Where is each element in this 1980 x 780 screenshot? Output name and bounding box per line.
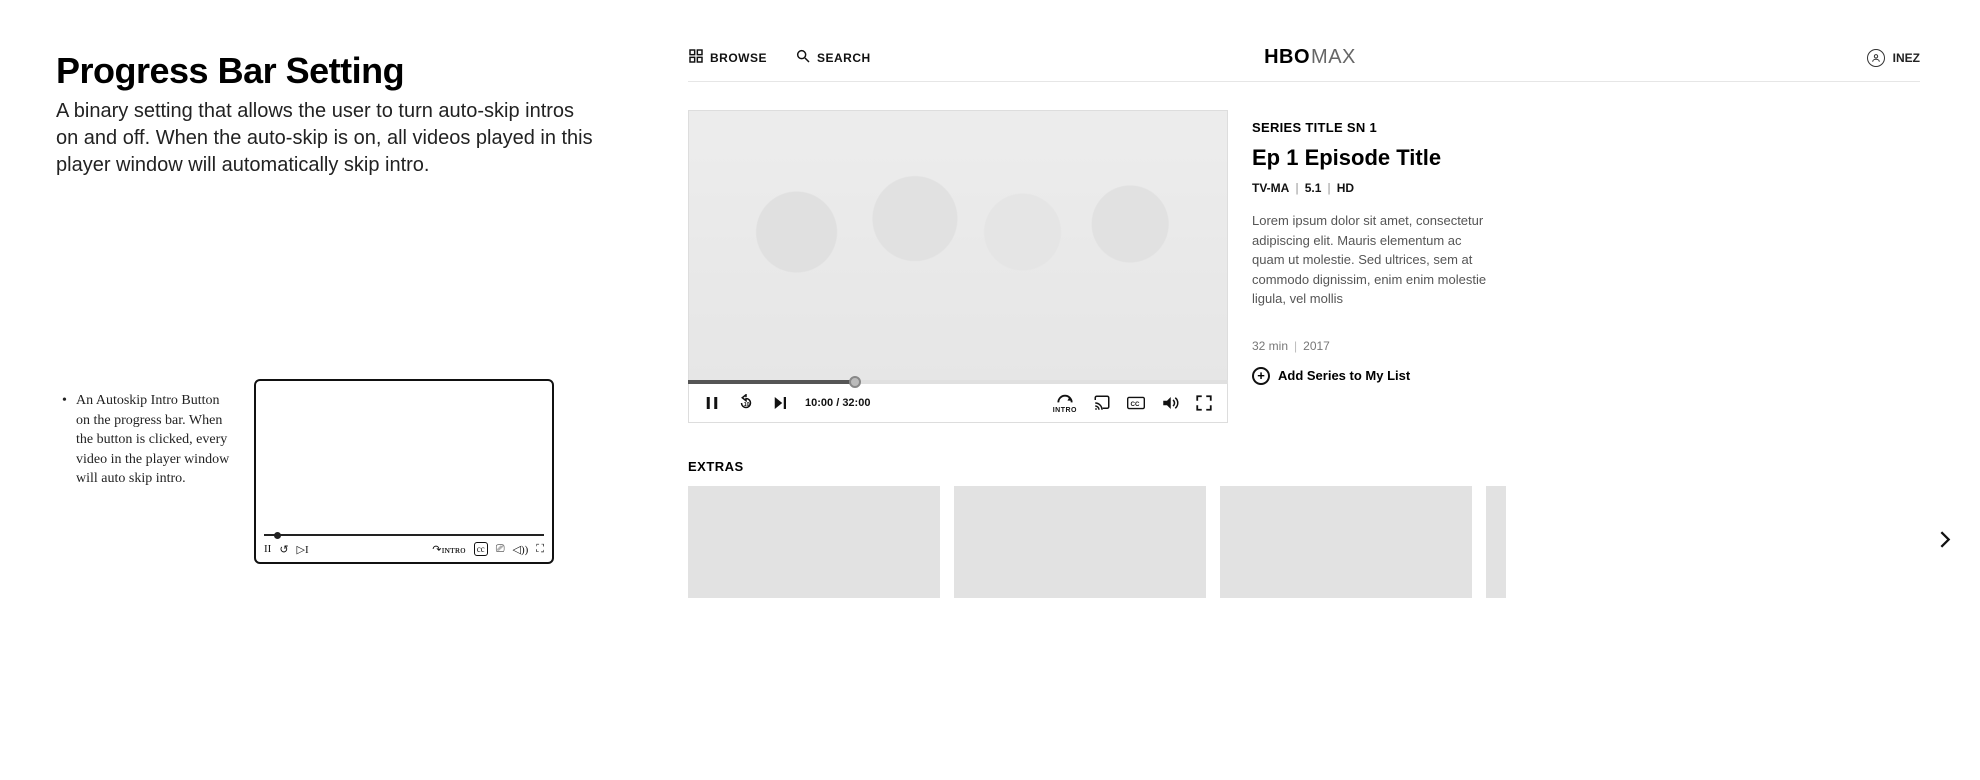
extra-card[interactable] — [1486, 486, 1506, 598]
grid-icon — [688, 48, 704, 67]
search-icon — [795, 48, 811, 67]
volume-button[interactable] — [1161, 394, 1179, 412]
avatar-icon — [1867, 49, 1885, 67]
extras-row — [688, 486, 1920, 598]
time-display: 10:00 / 32:00 — [805, 397, 870, 409]
app-panel: BROWSE SEARCH INEZ HBO MAX — [640, 0, 1980, 780]
logo-bold: HBO — [1264, 46, 1310, 69]
pause-button[interactable] — [703, 394, 721, 412]
rewind-10-button[interactable]: 10 — [737, 394, 755, 412]
sketch-cast-icon: ⎚ — [496, 543, 505, 556]
extra-card[interactable] — [688, 486, 940, 598]
episode-metadata: SERIES TITLE SN 1 Ep 1 Episode Title TV-… — [1252, 110, 1920, 385]
sketch-next-icon: ▷I — [297, 543, 309, 556]
logo-light: MAX — [1311, 46, 1356, 69]
search-button[interactable]: SEARCH — [795, 48, 871, 67]
next-episode-button[interactable] — [771, 394, 789, 412]
video-frame[interactable] — [688, 110, 1228, 380]
spec-panel: Progress Bar Setting A binary setting th… — [0, 0, 640, 780]
profile-name: INEZ — [1893, 51, 1920, 65]
duration-year: 32 min|2017 — [1252, 339, 1920, 353]
time-total: 32:00 — [842, 397, 870, 409]
cc-button[interactable]: CC — [1127, 394, 1145, 412]
brand-logo: HBO MAX — [1264, 46, 1356, 69]
scrub-fill — [688, 380, 855, 384]
sketch-controls: II ↺ ▷I ↷ɪɴᴛʀᴏ cc ⎚ ◁)) ⛶ — [264, 540, 544, 558]
search-label: SEARCH — [817, 51, 871, 65]
sketch-scrub-track — [264, 534, 544, 536]
browse-label: BROWSE — [710, 51, 767, 65]
spec-description: A binary setting that allows the user to… — [56, 98, 596, 179]
series-title: SERIES TITLE SN 1 — [1252, 120, 1920, 135]
fullscreen-button[interactable] — [1195, 394, 1213, 412]
time-current: 10:00 — [805, 397, 833, 409]
extra-card[interactable] — [1220, 486, 1472, 598]
sketch-rewind-icon: ↺ — [279, 543, 288, 556]
video-player: 10 10:00 / 32:00 INTRO — [688, 110, 1228, 423]
sketch-fullscreen-icon: ⛶ — [536, 543, 544, 556]
sketch-player-box: II ↺ ▷I ↷ɪɴᴛʀᴏ cc ⎚ ◁)) ⛶ — [254, 379, 554, 564]
extras-heading: EXTRAS — [688, 459, 1920, 474]
svg-text:CC: CC — [1130, 401, 1139, 408]
sketch-pause-icon: II — [264, 543, 271, 555]
audio-badge: 5.1 — [1305, 181, 1322, 195]
sketch-intro-icon: ↷ɪɴᴛʀᴏ — [432, 543, 465, 556]
sketch-annotation: An Autoskip Intro Button on the progress… — [76, 379, 236, 489]
add-to-list-button[interactable]: + Add Series to My List — [1252, 367, 1920, 385]
plus-icon: + — [1252, 367, 1270, 385]
skip-intro-toggle[interactable]: INTRO — [1053, 392, 1077, 414]
badges-row: TV-MA|5.1|HD — [1252, 181, 1920, 195]
sketch-area: An Autoskip Intro Button on the progress… — [56, 379, 600, 564]
episode-title: Ep 1 Episode Title — [1252, 145, 1920, 171]
extras-next-button[interactable] — [1934, 529, 1956, 556]
synopsis: Lorem ipsum dolor sit amet, consectetur … — [1252, 211, 1492, 309]
quality-badge: HD — [1337, 181, 1354, 195]
intro-label: INTRO — [1053, 407, 1077, 414]
spec-heading: Progress Bar Setting — [56, 50, 600, 92]
profile-button[interactable]: INEZ — [1867, 49, 1920, 67]
sketch-cc-icon: cc — [474, 542, 488, 556]
content-row: 10 10:00 / 32:00 INTRO — [688, 110, 1920, 423]
extra-card[interactable] — [954, 486, 1206, 598]
add-to-list-label: Add Series to My List — [1278, 368, 1410, 383]
sketch-volume-icon: ◁)) — [513, 543, 529, 556]
sketch-scrub-thumb — [274, 532, 281, 539]
browse-button[interactable]: BROWSE — [688, 48, 767, 67]
player-controls: 10 10:00 / 32:00 INTRO — [688, 384, 1228, 423]
rating-badge: TV-MA — [1252, 181, 1289, 195]
scrub-thumb[interactable] — [849, 376, 861, 388]
scrub-bar[interactable] — [688, 380, 1228, 384]
year: 2017 — [1303, 339, 1330, 353]
duration: 32 min — [1252, 339, 1288, 353]
cast-button[interactable] — [1093, 394, 1111, 412]
svg-text:10: 10 — [744, 402, 750, 408]
